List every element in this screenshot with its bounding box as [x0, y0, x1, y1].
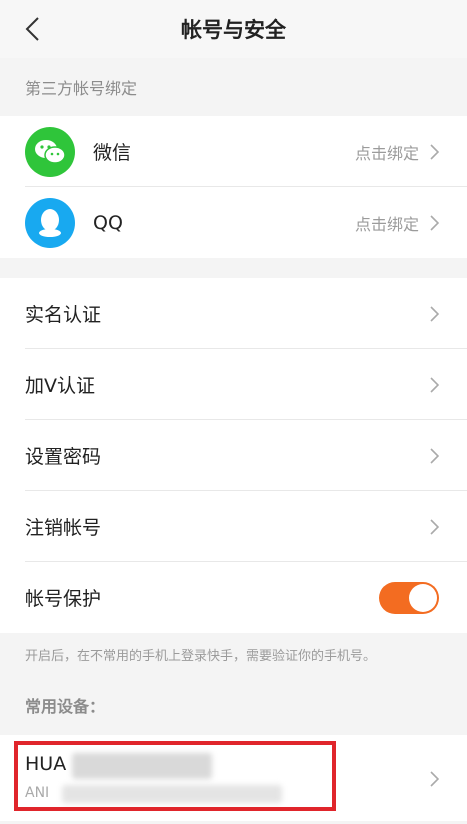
- chevron-right-icon: [430, 447, 439, 464]
- cancel-account-row[interactable]: 注销帐号: [0, 491, 467, 562]
- chevron-right-icon: [430, 518, 439, 535]
- wechat-bind-action: 点击绑定: [354, 143, 419, 163]
- qq-icon: [25, 197, 75, 248]
- third-party-section-label: 第三方帐号绑定: [25, 79, 138, 98]
- set-password-label: 设置密码: [25, 446, 102, 468]
- qq-label: QQ: [93, 211, 123, 234]
- v-verify-label: 加V认证: [25, 375, 95, 397]
- wechat-bind-row[interactable]: 微信 点击绑定: [0, 116, 467, 187]
- wechat-label: 微信: [93, 142, 132, 164]
- cancel-account-label: 注销帐号: [25, 517, 102, 539]
- chevron-right-icon: [430, 214, 439, 231]
- third-party-accounts: 微信 点击绑定 QQ 点击绑定: [0, 116, 467, 258]
- settings-list: 实名认证 加V认证 设置密码 注销帐号 帐号保护: [0, 278, 467, 633]
- account-protection-row: 帐号保护: [0, 562, 467, 633]
- toggle-knob: [409, 583, 437, 612]
- chevron-right-icon: [430, 376, 439, 393]
- chevron-right-icon: [430, 305, 439, 322]
- page-title: 帐号与安全: [181, 18, 286, 42]
- v-verify-row[interactable]: 加V认证: [0, 349, 467, 420]
- devices-section-label: 常用设备：: [25, 697, 106, 716]
- device-row[interactable]: HUA ANI: [0, 735, 467, 821]
- real-name-auth-row[interactable]: 实名认证: [0, 278, 467, 349]
- qq-bind-row[interactable]: QQ 点击绑定: [0, 187, 467, 258]
- header: 帐号与安全: [0, 0, 467, 58]
- set-password-row[interactable]: 设置密码: [0, 420, 467, 491]
- account-protection-toggle[interactable]: [379, 581, 439, 614]
- highlight-box: [14, 741, 336, 811]
- chevron-right-icon: [430, 143, 439, 160]
- chevron-left-icon: [25, 17, 39, 41]
- back-button[interactable]: [18, 14, 46, 44]
- qq-bind-action: 点击绑定: [354, 214, 419, 234]
- real-name-auth-label: 实名认证: [25, 304, 102, 326]
- account-protection-label: 帐号保护: [25, 588, 102, 610]
- wechat-icon: [25, 126, 75, 177]
- protection-note: 开启后，在不常用的手机上登录快手，需要验证你的手机号。: [25, 648, 377, 664]
- chevron-right-icon: [430, 771, 439, 787]
